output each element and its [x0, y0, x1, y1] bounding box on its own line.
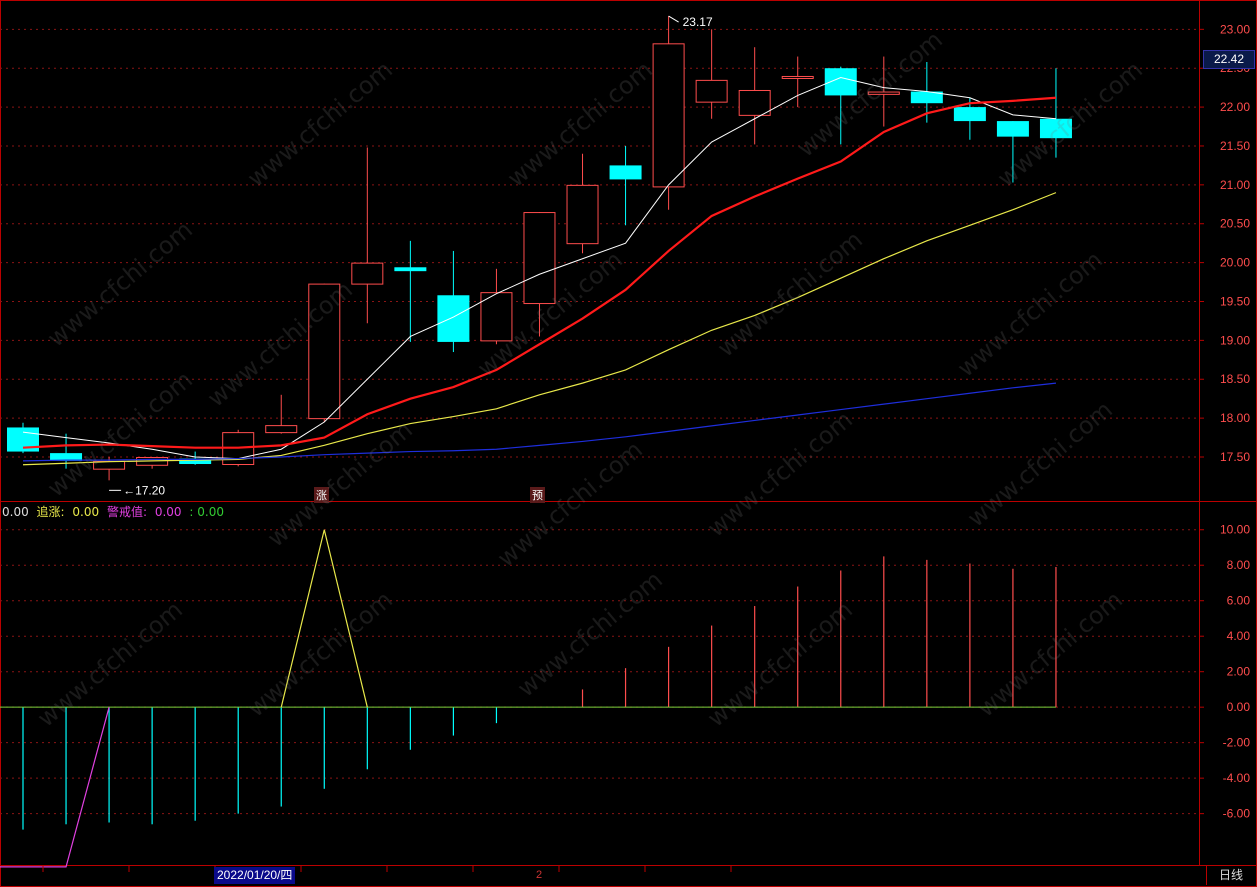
indicator-axis-label: -2.00: [1223, 736, 1251, 750]
high-label: 23.17: [683, 15, 713, 29]
candle-body: [351, 262, 384, 285]
candle-body: [867, 91, 900, 95]
indicator-axis-label: 8.00: [1227, 558, 1251, 572]
indicator-axis-label: 10.00: [1220, 523, 1250, 537]
price-axis-label: 20.50: [1220, 217, 1250, 231]
legend-jing-value: 0.00: [154, 505, 182, 519]
period-button[interactable]: 日线: [1206, 866, 1255, 885]
price-axis-label: 22.00: [1220, 100, 1250, 114]
date-cursor-label: 2022/01/20/四: [214, 867, 296, 884]
legend-last-value: : 0.00: [189, 505, 224, 519]
candle-body: [437, 295, 470, 342]
indicator-axis-label: -4.00: [1223, 771, 1251, 785]
candle-body: [781, 75, 814, 79]
candle-body: [695, 79, 728, 103]
price-axis-label: 17.50: [1220, 450, 1250, 464]
low-label: ←17.20: [123, 483, 165, 497]
candle-body: [566, 184, 599, 245]
price-axis-label: 21.00: [1220, 178, 1250, 192]
price-axis-label: 20.00: [1220, 256, 1250, 270]
zhuizhang-line: [280, 529, 368, 708]
legend-zhui-value: 0.00: [72, 505, 100, 519]
price-axis-label: 23.00: [1220, 22, 1250, 36]
candle-body: [652, 43, 685, 188]
price-axis-label: 18.00: [1220, 411, 1250, 425]
candle-body: [953, 107, 986, 122]
legend-value: 0.00: [2, 505, 29, 519]
candle-body: [996, 121, 1029, 137]
legend-zhui-label: 追涨:: [36, 505, 65, 519]
indicator-axis-label: -6.00: [1223, 807, 1251, 821]
price-axis-label: 19.50: [1220, 294, 1250, 308]
candle-body: [523, 212, 556, 305]
indicator-axis-label: 0.00: [1227, 700, 1251, 714]
marker-zhang: 涨: [314, 487, 329, 503]
indicator-legend: 0.00 追涨: 0.00 警戒值: 0.00 : 0.00: [2, 503, 228, 520]
candle-body: [308, 283, 341, 420]
candle-body: [609, 165, 642, 180]
indicator-axis-label: 2.00: [1227, 665, 1251, 679]
last-price-tag: 22.42: [1203, 50, 1255, 69]
page-number: 2: [536, 869, 543, 881]
price-axis-label: 19.00: [1220, 333, 1250, 347]
candle-body: [265, 425, 298, 434]
chart-svg: 23.0022.5022.0021.5021.0020.5020.0019.50…: [0, 0, 1257, 887]
price-axis-label: 21.50: [1220, 139, 1250, 153]
price-axis-label: 18.50: [1220, 372, 1250, 386]
indicator-axis-label: 4.00: [1227, 629, 1251, 643]
high-pointer: [668, 15, 679, 23]
marker-yu: 预: [530, 487, 545, 503]
indicator-axis-label: 6.00: [1227, 594, 1251, 608]
candle-body: [738, 89, 771, 116]
candle-body: [394, 267, 427, 272]
legend-jing-label: 警戒值:: [106, 505, 148, 519]
candle-body: [1039, 118, 1072, 139]
